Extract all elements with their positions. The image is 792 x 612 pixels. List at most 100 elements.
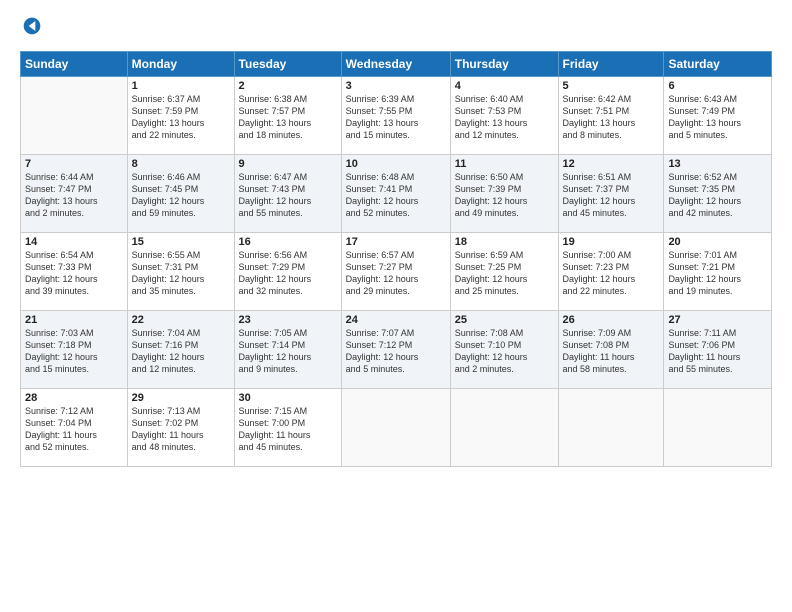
calendar-cell: 9Sunrise: 6:47 AM Sunset: 7:43 PM Daylig…	[234, 155, 341, 233]
calendar-cell	[558, 389, 664, 467]
day-info: Sunrise: 6:46 AM Sunset: 7:45 PM Dayligh…	[132, 171, 230, 220]
calendar-cell: 13Sunrise: 6:52 AM Sunset: 7:35 PM Dayli…	[664, 155, 772, 233]
day-number: 28	[25, 392, 123, 404]
day-number: 14	[25, 236, 123, 248]
calendar-cell: 23Sunrise: 7:05 AM Sunset: 7:14 PM Dayli…	[234, 311, 341, 389]
day-number: 3	[346, 80, 446, 92]
calendar-cell: 1Sunrise: 6:37 AM Sunset: 7:59 PM Daylig…	[127, 77, 234, 155]
day-info: Sunrise: 6:40 AM Sunset: 7:53 PM Dayligh…	[455, 93, 554, 142]
col-header-friday: Friday	[558, 52, 664, 77]
day-info: Sunrise: 7:07 AM Sunset: 7:12 PM Dayligh…	[346, 327, 446, 376]
day-number: 11	[455, 158, 554, 170]
day-info: Sunrise: 6:56 AM Sunset: 7:29 PM Dayligh…	[239, 249, 337, 298]
calendar-cell: 12Sunrise: 6:51 AM Sunset: 7:37 PM Dayli…	[558, 155, 664, 233]
day-info: Sunrise: 6:57 AM Sunset: 7:27 PM Dayligh…	[346, 249, 446, 298]
header	[20, 16, 772, 41]
day-number: 1	[132, 80, 230, 92]
calendar-cell: 16Sunrise: 6:56 AM Sunset: 7:29 PM Dayli…	[234, 233, 341, 311]
day-info: Sunrise: 6:43 AM Sunset: 7:49 PM Dayligh…	[668, 93, 767, 142]
day-number: 25	[455, 314, 554, 326]
calendar-cell: 3Sunrise: 6:39 AM Sunset: 7:55 PM Daylig…	[341, 77, 450, 155]
calendar-cell: 7Sunrise: 6:44 AM Sunset: 7:47 PM Daylig…	[21, 155, 128, 233]
calendar-cell: 8Sunrise: 6:46 AM Sunset: 7:45 PM Daylig…	[127, 155, 234, 233]
day-info: Sunrise: 7:08 AM Sunset: 7:10 PM Dayligh…	[455, 327, 554, 376]
col-header-monday: Monday	[127, 52, 234, 77]
day-info: Sunrise: 7:12 AM Sunset: 7:04 PM Dayligh…	[25, 405, 123, 454]
day-info: Sunrise: 6:47 AM Sunset: 7:43 PM Dayligh…	[239, 171, 337, 220]
day-info: Sunrise: 7:11 AM Sunset: 7:06 PM Dayligh…	[668, 327, 767, 376]
calendar-cell	[664, 389, 772, 467]
day-number: 2	[239, 80, 337, 92]
calendar-week-3: 14Sunrise: 6:54 AM Sunset: 7:33 PM Dayli…	[21, 233, 772, 311]
day-number: 4	[455, 80, 554, 92]
calendar-cell: 11Sunrise: 6:50 AM Sunset: 7:39 PM Dayli…	[450, 155, 558, 233]
day-info: Sunrise: 6:54 AM Sunset: 7:33 PM Dayligh…	[25, 249, 123, 298]
day-info: Sunrise: 7:05 AM Sunset: 7:14 PM Dayligh…	[239, 327, 337, 376]
day-number: 9	[239, 158, 337, 170]
calendar-cell: 30Sunrise: 7:15 AM Sunset: 7:00 PM Dayli…	[234, 389, 341, 467]
day-number: 20	[668, 236, 767, 248]
day-number: 8	[132, 158, 230, 170]
calendar-cell: 28Sunrise: 7:12 AM Sunset: 7:04 PM Dayli…	[21, 389, 128, 467]
day-number: 15	[132, 236, 230, 248]
day-info: Sunrise: 6:38 AM Sunset: 7:57 PM Dayligh…	[239, 93, 337, 142]
day-number: 26	[563, 314, 660, 326]
calendar-cell	[341, 389, 450, 467]
day-info: Sunrise: 7:09 AM Sunset: 7:08 PM Dayligh…	[563, 327, 660, 376]
day-info: Sunrise: 6:51 AM Sunset: 7:37 PM Dayligh…	[563, 171, 660, 220]
day-info: Sunrise: 7:03 AM Sunset: 7:18 PM Dayligh…	[25, 327, 123, 376]
day-number: 18	[455, 236, 554, 248]
day-info: Sunrise: 7:04 AM Sunset: 7:16 PM Dayligh…	[132, 327, 230, 376]
day-info: Sunrise: 6:52 AM Sunset: 7:35 PM Dayligh…	[668, 171, 767, 220]
calendar-cell: 6Sunrise: 6:43 AM Sunset: 7:49 PM Daylig…	[664, 77, 772, 155]
day-info: Sunrise: 7:15 AM Sunset: 7:00 PM Dayligh…	[239, 405, 337, 454]
calendar-table: SundayMondayTuesdayWednesdayThursdayFrid…	[20, 51, 772, 467]
calendar-cell: 18Sunrise: 6:59 AM Sunset: 7:25 PM Dayli…	[450, 233, 558, 311]
col-header-wednesday: Wednesday	[341, 52, 450, 77]
day-info: Sunrise: 6:37 AM Sunset: 7:59 PM Dayligh…	[132, 93, 230, 142]
calendar-cell: 29Sunrise: 7:13 AM Sunset: 7:02 PM Dayli…	[127, 389, 234, 467]
day-number: 21	[25, 314, 123, 326]
day-info: Sunrise: 7:13 AM Sunset: 7:02 PM Dayligh…	[132, 405, 230, 454]
day-number: 30	[239, 392, 337, 404]
col-header-saturday: Saturday	[664, 52, 772, 77]
day-number: 27	[668, 314, 767, 326]
col-header-thursday: Thursday	[450, 52, 558, 77]
day-info: Sunrise: 7:00 AM Sunset: 7:23 PM Dayligh…	[563, 249, 660, 298]
calendar-cell: 24Sunrise: 7:07 AM Sunset: 7:12 PM Dayli…	[341, 311, 450, 389]
calendar-cell: 26Sunrise: 7:09 AM Sunset: 7:08 PM Dayli…	[558, 311, 664, 389]
day-info: Sunrise: 6:44 AM Sunset: 7:47 PM Dayligh…	[25, 171, 123, 220]
day-info: Sunrise: 7:01 AM Sunset: 7:21 PM Dayligh…	[668, 249, 767, 298]
calendar-cell: 22Sunrise: 7:04 AM Sunset: 7:16 PM Dayli…	[127, 311, 234, 389]
calendar-cell: 10Sunrise: 6:48 AM Sunset: 7:41 PM Dayli…	[341, 155, 450, 233]
calendar-cell: 27Sunrise: 7:11 AM Sunset: 7:06 PM Dayli…	[664, 311, 772, 389]
col-header-sunday: Sunday	[21, 52, 128, 77]
day-number: 13	[668, 158, 767, 170]
calendar-cell	[450, 389, 558, 467]
col-header-tuesday: Tuesday	[234, 52, 341, 77]
logo	[20, 16, 46, 41]
calendar-header-row: SundayMondayTuesdayWednesdayThursdayFrid…	[21, 52, 772, 77]
day-number: 5	[563, 80, 660, 92]
calendar-cell: 21Sunrise: 7:03 AM Sunset: 7:18 PM Dayli…	[21, 311, 128, 389]
calendar-week-2: 7Sunrise: 6:44 AM Sunset: 7:47 PM Daylig…	[21, 155, 772, 233]
page: SundayMondayTuesdayWednesdayThursdayFrid…	[0, 0, 792, 612]
calendar-cell: 15Sunrise: 6:55 AM Sunset: 7:31 PM Dayli…	[127, 233, 234, 311]
day-info: Sunrise: 6:55 AM Sunset: 7:31 PM Dayligh…	[132, 249, 230, 298]
day-info: Sunrise: 6:39 AM Sunset: 7:55 PM Dayligh…	[346, 93, 446, 142]
calendar-cell: 17Sunrise: 6:57 AM Sunset: 7:27 PM Dayli…	[341, 233, 450, 311]
day-number: 29	[132, 392, 230, 404]
calendar-cell: 19Sunrise: 7:00 AM Sunset: 7:23 PM Dayli…	[558, 233, 664, 311]
day-number: 16	[239, 236, 337, 248]
day-number: 7	[25, 158, 123, 170]
day-info: Sunrise: 6:50 AM Sunset: 7:39 PM Dayligh…	[455, 171, 554, 220]
calendar-week-4: 21Sunrise: 7:03 AM Sunset: 7:18 PM Dayli…	[21, 311, 772, 389]
day-info: Sunrise: 6:48 AM Sunset: 7:41 PM Dayligh…	[346, 171, 446, 220]
day-number: 6	[668, 80, 767, 92]
day-number: 19	[563, 236, 660, 248]
calendar-cell: 20Sunrise: 7:01 AM Sunset: 7:21 PM Dayli…	[664, 233, 772, 311]
day-number: 17	[346, 236, 446, 248]
day-number: 10	[346, 158, 446, 170]
day-info: Sunrise: 6:42 AM Sunset: 7:51 PM Dayligh…	[563, 93, 660, 142]
calendar-cell: 25Sunrise: 7:08 AM Sunset: 7:10 PM Dayli…	[450, 311, 558, 389]
